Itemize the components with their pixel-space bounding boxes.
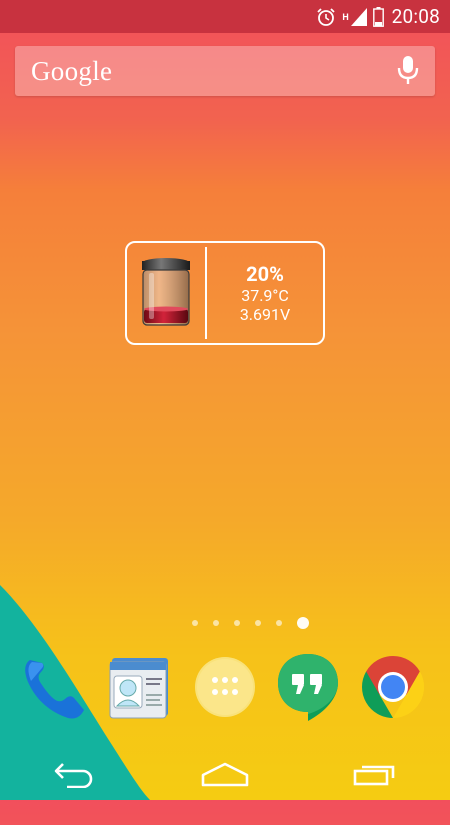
page-dot	[191, 620, 198, 626]
page-dot	[212, 620, 219, 626]
contacts-app[interactable]	[104, 652, 174, 722]
network-type-label: H	[342, 12, 349, 23]
battery-graphic	[127, 243, 205, 343]
battery-temperature: 37.9°C	[241, 285, 289, 305]
chrome-app[interactable]	[358, 652, 428, 722]
hangouts-app[interactable]	[273, 652, 343, 722]
google-logo: Google	[31, 55, 113, 86]
battery-icon	[372, 6, 384, 27]
phone-icon	[25, 660, 84, 719]
chrome-icon	[361, 655, 425, 718]
clock-time: 20:08	[391, 5, 440, 28]
status-bar: H 20:08	[0, 0, 450, 33]
alarm-icon	[317, 7, 335, 26]
page-indicator	[0, 617, 450, 629]
battery-jar-icon	[142, 258, 190, 326]
app-drawer-button[interactable]	[190, 652, 260, 722]
battery-info: 20% 37.9°C 3.691V	[207, 262, 323, 324]
battery-percent: 20%	[246, 261, 284, 286]
navigation-bar	[0, 748, 450, 800]
home-button[interactable]	[195, 754, 255, 794]
page-dot	[233, 620, 240, 626]
page-dot-active	[296, 617, 309, 629]
page-dot	[275, 620, 282, 626]
google-search-bar[interactable]: Google	[15, 46, 435, 96]
battery-widget[interactable]: 20% 37.9°C 3.691V	[125, 241, 325, 345]
recents-button[interactable]	[345, 754, 405, 794]
dock	[0, 652, 450, 722]
phone-app[interactable]	[18, 652, 88, 722]
mic-icon[interactable]	[397, 55, 419, 87]
hangouts-icon	[278, 654, 338, 721]
back-button[interactable]	[45, 754, 105, 794]
contacts-icon	[109, 658, 168, 719]
back-icon	[54, 763, 93, 788]
signal-icon	[350, 7, 367, 26]
home-icon	[201, 762, 249, 787]
recents-icon	[353, 765, 395, 786]
page-dot	[254, 620, 261, 626]
battery-voltage: 3.691V	[239, 305, 291, 324]
app-drawer-icon	[195, 657, 255, 717]
